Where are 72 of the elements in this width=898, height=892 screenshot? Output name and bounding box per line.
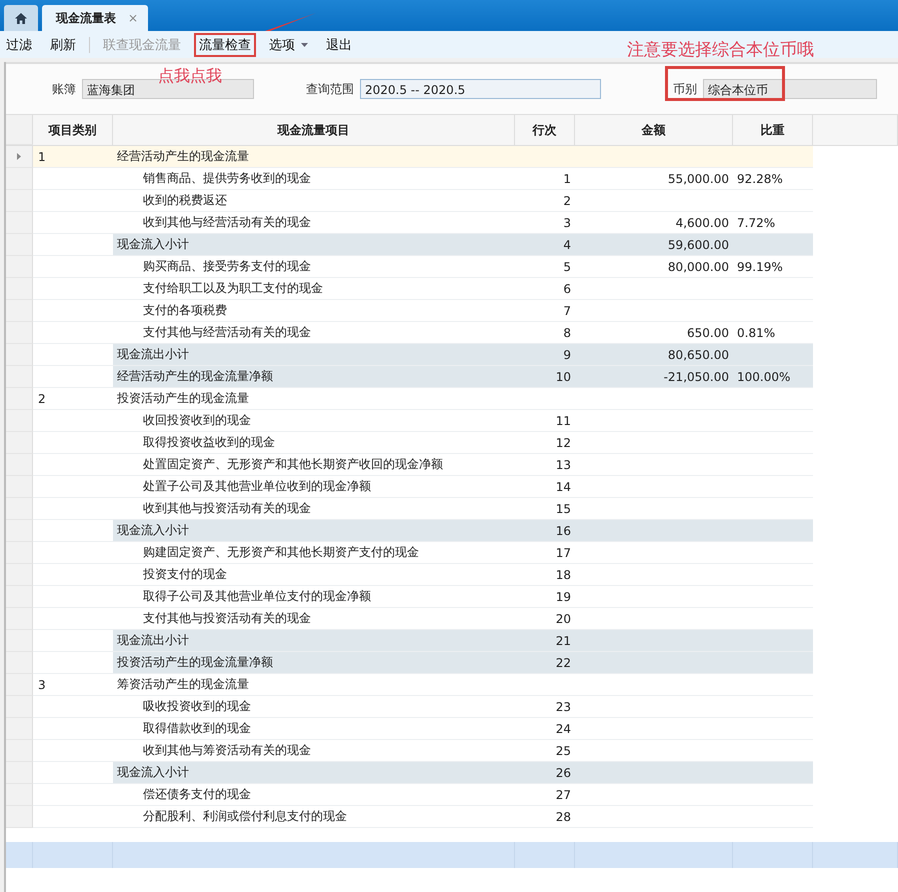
- row-pointer-icon: [17, 153, 21, 160]
- row-header[interactable]: [6, 696, 33, 718]
- table-cell: 4: [515, 234, 575, 256]
- table-cell: 22: [515, 652, 575, 674]
- table-cell: 现金流入小计: [113, 520, 515, 542]
- table-cell: 26: [515, 762, 575, 784]
- row-header[interactable]: [6, 740, 33, 762]
- toolbar-button[interactable]: 选项: [264, 32, 313, 56]
- table-cell: 1: [33, 146, 113, 168]
- table-cell: 16: [515, 520, 575, 542]
- row-header[interactable]: [6, 674, 33, 696]
- table-cell: 现金流出小计: [113, 630, 515, 652]
- row-header[interactable]: [6, 498, 33, 520]
- row-header[interactable]: [6, 806, 33, 828]
- row-header[interactable]: [6, 168, 33, 190]
- toolbar-button[interactable]: 流量检查: [194, 32, 256, 56]
- tab-title: 现金流量表: [56, 10, 116, 26]
- row-header[interactable]: [6, 520, 33, 542]
- row-header[interactable]: [6, 388, 33, 410]
- date-range-field[interactable]: 2020.5 -- 2020.5: [360, 79, 601, 99]
- table-cell: 现金流入小计: [113, 762, 515, 784]
- row-header[interactable]: [6, 410, 33, 432]
- table-cell: 100.00%: [733, 366, 813, 388]
- row-header[interactable]: [6, 762, 33, 784]
- table-cell: 经营活动产生的现金流量: [113, 146, 515, 168]
- table-cell: 现金流入小计: [113, 234, 515, 256]
- row-header[interactable]: [6, 564, 33, 586]
- row-header[interactable]: [6, 454, 33, 476]
- toolbar-button[interactable]: 退出: [321, 32, 357, 56]
- column-header[interactable]: 金额: [575, 115, 733, 145]
- table-cell: 现金流出小计: [113, 344, 515, 366]
- table-cell: 投资活动产生的现金流量净额: [113, 652, 515, 674]
- toolbar-button[interactable]: 刷新: [45, 32, 81, 56]
- table-cell: 21: [515, 630, 575, 652]
- document-tab[interactable]: 现金流量表 ×: [42, 5, 148, 31]
- row-header[interactable]: [6, 652, 33, 674]
- table-cell: 9: [515, 344, 575, 366]
- table-cell: 59,600.00: [575, 234, 733, 256]
- row-header[interactable]: [6, 212, 33, 234]
- column-header[interactable]: 项目类别: [33, 115, 113, 145]
- row-header[interactable]: [6, 718, 33, 740]
- annotation-text: 注意要选择综合本位币哦: [627, 39, 814, 61]
- row-header[interactable]: [6, 322, 33, 344]
- column-header[interactable]: 行次: [515, 115, 575, 145]
- column-header[interactable]: 现金流量项目: [113, 115, 515, 145]
- row-header[interactable]: [6, 234, 33, 256]
- table-cell: 80,650.00: [575, 344, 733, 366]
- row-header[interactable]: [6, 542, 33, 564]
- table-cell: 经营活动产生的现金流量净额: [113, 366, 515, 388]
- column-header[interactable]: 比重: [733, 115, 813, 145]
- home-tab[interactable]: [4, 5, 38, 31]
- row-header[interactable]: [6, 586, 33, 608]
- row-header[interactable]: [6, 190, 33, 212]
- field-label: 查询范围: [306, 80, 354, 98]
- field-label: 币别: [673, 80, 697, 98]
- row-header[interactable]: [6, 256, 33, 278]
- row-header[interactable]: [6, 784, 33, 806]
- row-header[interactable]: [6, 476, 33, 498]
- currency-field[interactable]: 综合本位币: [703, 79, 877, 99]
- row-header[interactable]: [6, 630, 33, 652]
- row-header[interactable]: [6, 344, 33, 366]
- row-header[interactable]: [6, 432, 33, 454]
- row-header[interactable]: [6, 300, 33, 322]
- table-cell: -21,050.00: [575, 366, 733, 388]
- toolbar-button[interactable]: 过滤: [1, 32, 37, 56]
- field-label: 账簿: [52, 80, 76, 98]
- row-header[interactable]: [6, 366, 33, 388]
- row-header[interactable]: [6, 608, 33, 630]
- home-icon: [15, 12, 27, 24]
- row-header[interactable]: [6, 146, 33, 168]
- table-cell: 10: [515, 366, 575, 388]
- row-header[interactable]: [6, 278, 33, 300]
